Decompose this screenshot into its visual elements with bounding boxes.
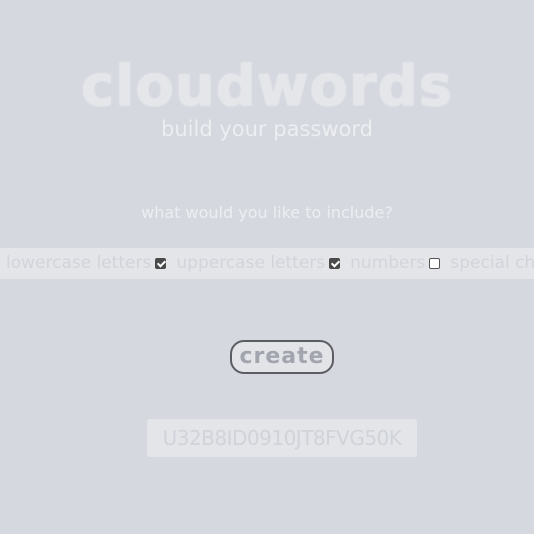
options-row: lowercase letters uppercase letters numb… (6, 248, 534, 279)
options-question: what would you like to include? (141, 203, 393, 222)
app-logo: cloudwords (80, 54, 454, 119)
checkbox-lowercase[interactable] (155, 258, 167, 269)
option-label-numbers: numbers (350, 253, 426, 273)
option-label-lowercase: lowercase letters (6, 253, 152, 273)
page: cloudwords build your password what woul… (0, 0, 534, 534)
password-output[interactable]: U32B8ID0910JT8FVG50K (147, 419, 417, 457)
option-label-uppercase: uppercase letters (176, 253, 326, 273)
options-bar: lowercase letters uppercase letters numb… (0, 248, 534, 279)
page-subtitle: build your password (161, 117, 373, 141)
create-button[interactable]: create (230, 340, 334, 374)
checkbox-numbers[interactable] (429, 258, 441, 269)
option-label-special: special characters (450, 253, 534, 273)
checkbox-uppercase[interactable] (329, 258, 341, 269)
